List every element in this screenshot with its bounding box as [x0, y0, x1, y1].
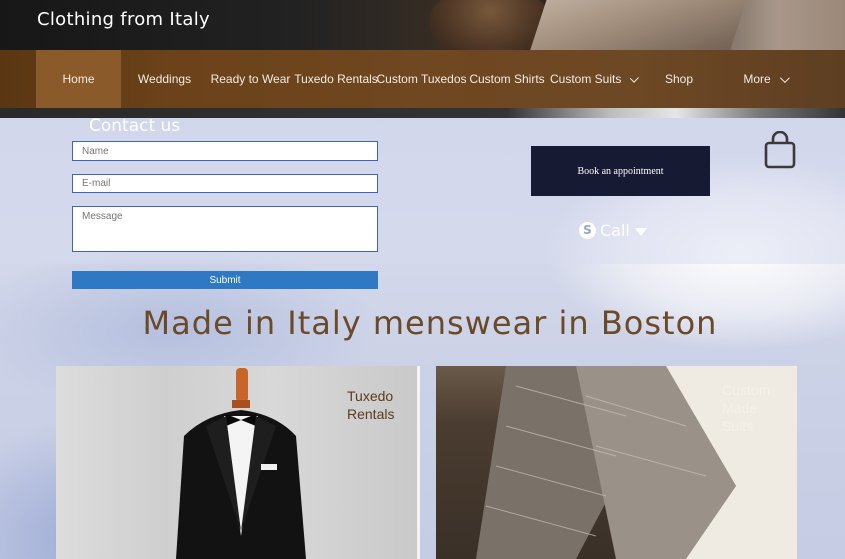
page-headline: Made in Italy menswear in Boston	[142, 304, 718, 342]
book-appointment-button[interactable]: Book an appointment	[531, 146, 710, 196]
nav-item-custom-shirts[interactable]: Custom Shirts	[464, 50, 550, 108]
caret-down-icon	[634, 227, 647, 236]
card-tuxedo-rentals[interactable]: Tuxedo Rentals	[56, 366, 417, 559]
call-label: Call	[600, 220, 630, 240]
banner-photo-jacket	[527, 0, 753, 50]
nav-item-custom-tuxedos[interactable]: Custom Tuxedos	[376, 50, 467, 108]
nav-label: Custom Suits	[550, 72, 622, 86]
email-field[interactable]	[72, 174, 378, 193]
card-label: Custom Made Suits	[722, 382, 771, 434]
nav-item-shop[interactable]: Shop	[636, 50, 722, 108]
nav-item-custom-suits[interactable]: Custom Suits	[550, 50, 640, 108]
card-custom-made-suits[interactable]: Custom Made Suits	[436, 366, 797, 559]
nav-item-tuxedo-rentals[interactable]: Tuxedo Rentals	[293, 50, 379, 108]
chevron-down-icon	[779, 72, 790, 83]
message-field[interactable]	[72, 206, 378, 252]
skype-icon: S	[579, 221, 596, 239]
header-banner: Clothing from Italy	[0, 0, 845, 50]
site-title[interactable]: Clothing from Italy	[37, 9, 210, 30]
nav-label: Ready to Wear	[210, 72, 291, 86]
nav-item-weddings[interactable]: Weddings	[121, 50, 208, 108]
submit-button[interactable]: Submit	[72, 271, 378, 289]
main-nav: Home Weddings Ready to Wear Tuxedo Renta…	[36, 50, 808, 108]
nav-item-home[interactable]: Home	[36, 50, 121, 108]
contact-heading: Contact us	[89, 116, 181, 136]
shopping-bag-icon[interactable]	[763, 130, 797, 169]
nav-label: Tuxedo Rentals	[294, 72, 378, 86]
name-field[interactable]	[72, 141, 378, 161]
nav-label: More	[743, 72, 771, 86]
card-label: Tuxedo Rentals	[347, 388, 395, 422]
nav-item-ready-to-wear[interactable]: Ready to Wear	[208, 50, 293, 108]
card-divider	[417, 366, 420, 559]
nav-label: Home	[62, 72, 95, 86]
nav-label: Shop	[664, 72, 694, 86]
call-button[interactable]: S Call	[579, 218, 647, 242]
nav-item-more[interactable]: More	[722, 50, 808, 108]
nav-label: Custom Tuxedos	[376, 72, 467, 86]
nav-label: Custom Shirts	[469, 72, 545, 86]
nav-label: Weddings	[137, 72, 192, 86]
